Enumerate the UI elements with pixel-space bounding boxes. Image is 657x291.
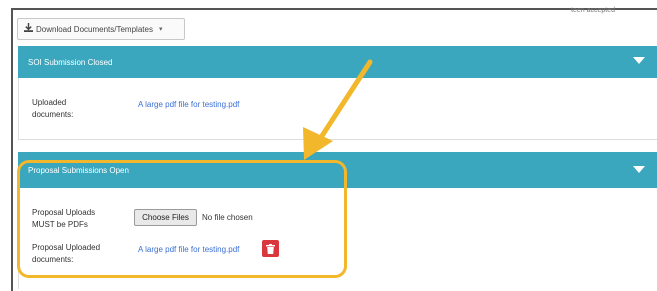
- pointer-arrow-annotation: [303, 59, 373, 160]
